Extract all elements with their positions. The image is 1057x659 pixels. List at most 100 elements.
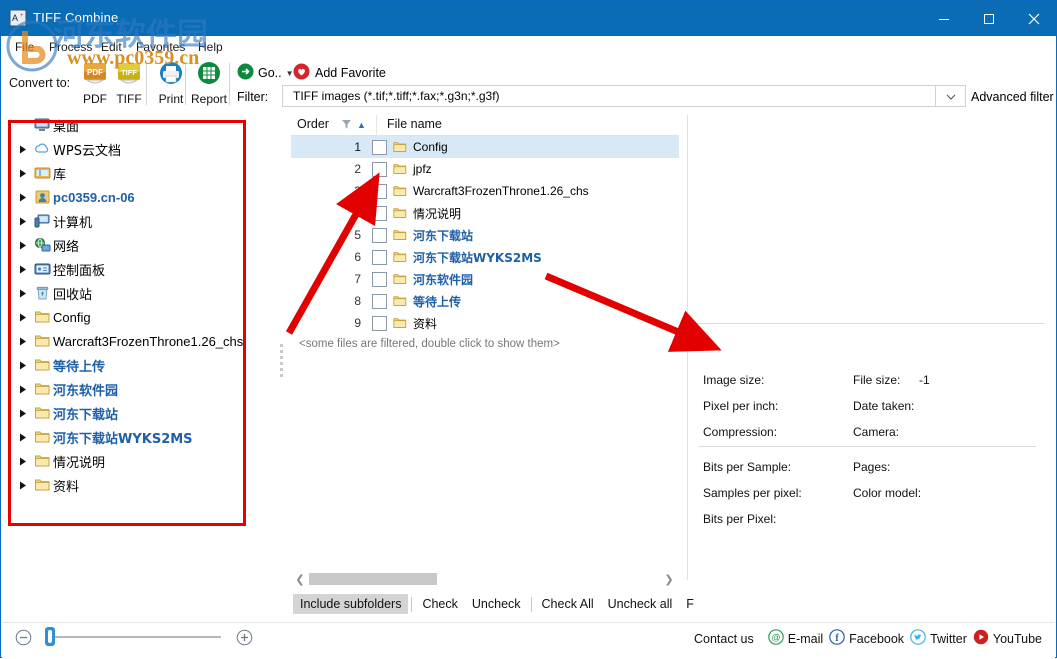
table-row[interactable]: 7 河东软件园 [291, 268, 679, 290]
expander-icon[interactable] [15, 361, 31, 370]
expander-icon[interactable] [15, 433, 31, 442]
row-checkbox[interactable] [372, 227, 387, 243]
menu-item-favorites[interactable]: Favorites [132, 39, 189, 55]
menu-item-edit[interactable]: Edit [97, 39, 126, 55]
email-link[interactable]: @ E-mail [767, 629, 823, 648]
uncheck-button[interactable]: Uncheck [465, 594, 528, 614]
tree-item-pending-upload[interactable]: 等待上传 [3, 353, 273, 377]
more-button-truncated[interactable]: F [679, 594, 701, 614]
check-button[interactable]: Check [415, 594, 464, 614]
menu-item-process[interactable]: Process [45, 39, 96, 55]
table-row[interactable]: 8 等待上传 [291, 290, 679, 312]
expander-icon[interactable] [15, 193, 31, 202]
contact-us-label[interactable]: Contact us [694, 632, 754, 646]
minimize-button[interactable] [921, 1, 966, 36]
advanced-filter-combobox[interactable] [935, 85, 966, 107]
tree-item-computer[interactable]: 计算机 [3, 209, 273, 233]
image-preview [691, 115, 1051, 321]
row-checkbox[interactable] [372, 315, 387, 331]
go-button[interactable]: Go.. ▼ [237, 63, 294, 83]
zoom-out-button[interactable] [15, 629, 32, 649]
row-checkbox[interactable] [372, 183, 387, 199]
youtube-link[interactable]: YouTube [973, 629, 1042, 648]
expander-icon[interactable] [15, 481, 31, 490]
check-all-button[interactable]: Check All [535, 594, 601, 614]
camera-label: Camera: [853, 425, 900, 439]
scroll-left-icon[interactable]: ❮ [293, 571, 307, 587]
pane-splitter[interactable] [278, 341, 288, 401]
tree-item-config[interactable]: Config [3, 305, 273, 329]
column-header-filename[interactable]: File name [387, 117, 442, 131]
bits-per-sample-label: Bits per Sample: [703, 460, 792, 474]
tree-item-recycle-bin[interactable]: 回收站 [3, 281, 273, 305]
tree-item-label: 库 [53, 167, 67, 183]
expander-icon[interactable] [15, 241, 31, 250]
expander-icon[interactable] [15, 145, 31, 154]
tree-item-library[interactable]: 库 [3, 161, 273, 185]
tree-item-desktop[interactable]: 桌面 [3, 113, 273, 137]
tree-item-wps-cloud[interactable]: WPS云文档 [3, 137, 273, 161]
expander-icon[interactable] [15, 457, 31, 466]
row-checkbox[interactable] [372, 249, 387, 265]
chevron-down-icon[interactable] [945, 91, 957, 105]
tree-item-situation-description[interactable]: 情况说明 [3, 449, 273, 473]
include-subfolders-button[interactable]: Include subfolders [293, 594, 409, 614]
table-row[interactable]: 情况说明 [291, 202, 679, 224]
twitter-link[interactable]: Twitter [910, 629, 967, 648]
folder-icon [387, 294, 413, 308]
close-button[interactable] [1011, 1, 1056, 36]
tree-item-hedong-software[interactable]: 河东软件园 [3, 377, 273, 401]
table-row[interactable]: 2 jpfz [291, 158, 679, 180]
menu-item-file[interactable]: File [11, 39, 38, 55]
scrollbar-thumb[interactable] [309, 573, 437, 585]
folder-tree[interactable]: 桌面 WPS云文档 库 pc0359.cn-06 计算机 网络 控制面板 回收站… [3, 113, 273, 621]
tree-item-control-panel[interactable]: 控制面板 [3, 257, 273, 281]
tree-item-materials[interactable]: 资料 [3, 473, 273, 497]
table-row[interactable]: 6 河东下载站WYKS2MS [291, 246, 679, 268]
convert-tiff-button[interactable]: TIFF TIFF [107, 61, 151, 106]
folder-icon [387, 228, 413, 242]
twitter-icon [910, 629, 926, 648]
zoom-slider-thumb[interactable] [45, 627, 55, 646]
add-favorite-button[interactable]: Add Favorite [293, 63, 386, 83]
expander-icon[interactable] [15, 217, 31, 226]
table-row[interactable]: 5 河东下载站 [291, 224, 679, 246]
row-checkbox[interactable] [372, 271, 387, 287]
row-checkbox[interactable] [372, 161, 387, 177]
row-checkbox[interactable] [372, 205, 387, 221]
row-order: 7 [354, 272, 361, 286]
scroll-right-icon[interactable]: ❯ [662, 571, 676, 587]
filter-combobox[interactable]: TIFF images (*.tif;*.tiff;*.fax;*.g3n;*.… [282, 85, 966, 107]
sort-ascending-icon[interactable]: ▲ [357, 120, 366, 130]
table-row[interactable]: 1 Config [291, 136, 679, 158]
filtered-files-note[interactable]: <some files are filtered, double click t… [291, 338, 679, 350]
expander-icon[interactable] [15, 409, 31, 418]
expander-icon[interactable] [15, 385, 31, 394]
expander-icon[interactable] [15, 337, 31, 346]
expander-icon[interactable] [15, 169, 31, 178]
report-button[interactable]: Report [187, 61, 231, 106]
table-row[interactable]: 9 资料 [291, 312, 679, 334]
tree-item-hedong-download-wyks2ms[interactable]: 河东下载站WYKS2MS [3, 425, 273, 449]
file-list[interactable]: Order ▲ File name 1 Config 2 jpfz 3 Warc… [291, 115, 679, 565]
tree-item-warcraft3[interactable]: Warcraft3FrozenThrone1.26_chs [3, 329, 273, 353]
zoom-slider-track[interactable] [49, 636, 221, 638]
title-bar: A + TIFF Combine [1, 1, 1056, 36]
tree-item-network[interactable]: 网络 [3, 233, 273, 257]
table-row[interactable]: 3 Warcraft3FrozenThrone1.26_chs [291, 180, 679, 202]
compression-label: Compression: [703, 425, 778, 439]
maximize-button[interactable] [966, 1, 1011, 36]
tree-item-hedong-download[interactable]: 河东下载站 [3, 401, 273, 425]
expander-icon[interactable] [15, 313, 31, 322]
expander-icon[interactable] [15, 265, 31, 274]
expander-icon[interactable] [15, 289, 31, 298]
row-checkbox[interactable] [372, 293, 387, 309]
filter-funnel-icon[interactable] [341, 119, 352, 133]
tree-item-user-folder[interactable]: pc0359.cn-06 [3, 185, 273, 209]
horizontal-scrollbar[interactable]: ❮ ❯ [293, 571, 676, 587]
menu-item-help[interactable]: Help [194, 39, 227, 55]
facebook-link[interactable]: f Facebook [829, 629, 904, 648]
zoom-in-button[interactable] [236, 629, 253, 649]
uncheck-all-button[interactable]: Uncheck all [601, 594, 680, 614]
row-checkbox[interactable] [372, 139, 387, 155]
